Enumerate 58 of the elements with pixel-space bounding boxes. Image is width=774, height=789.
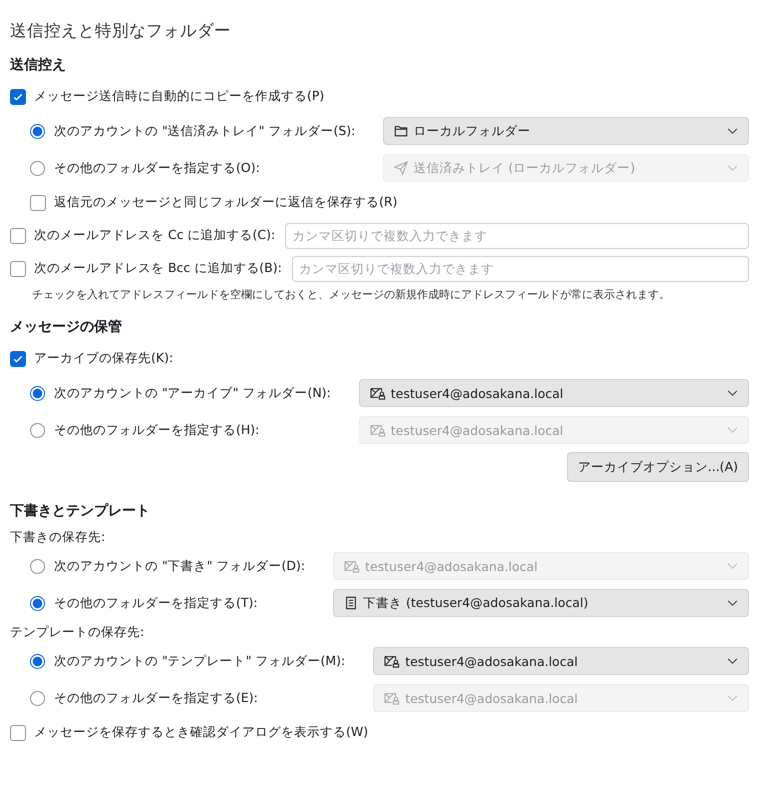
envelope-person-icon [370,423,386,437]
envelope-person-icon [370,386,386,400]
hint-text: チェックを入れてアドレスフィールドを空欄にしておくと、メッセージの新規作成時にアドレスフィールドが常に表示されます。 [32,287,671,302]
folder-dropdown[interactable]: testuser4@adosakana.local [373,647,749,675]
chevron-down-icon [727,658,738,664]
radio-label[interactable]: その他のフォルダーを指定する(H): [54,422,260,438]
radio-label[interactable]: 次のアカウントの "下書き" フォルダー(D): [54,558,306,574]
radio-button[interactable] [30,558,45,574]
page-title: 送信控えと特別なフォルダー [10,20,232,42]
checkbox-label[interactable]: メッセージを保存するとき確認ダイアログを表示する(W) [34,724,368,741]
group-label: 下書きの保存先: [10,528,106,546]
section-heading: 送信控え [10,56,67,74]
folder-dropdown[interactable]: testuser4@adosakana.local [358,379,749,407]
radio-button[interactable] [30,654,45,668]
radio-label[interactable]: 次のアカウントの "送信済みトレイ" フォルダー(S): [54,122,356,140]
section-heading: メッセージの保管 [10,318,123,336]
radio-button[interactable] [30,596,45,610]
radio-button[interactable] [30,124,45,138]
address-field[interactable]: カンマ区切りで複数入力できます [285,222,749,248]
checkbox-label[interactable]: 次のメールアドレスを Cc に追加する(C): [34,227,276,244]
checkbox-label[interactable]: メッセージ送信時に自動的にコピーを作成する(P) [34,88,324,105]
chevron-down-icon [727,694,738,702]
checkbox[interactable] [10,88,26,104]
chevron-down-icon [727,390,738,396]
radio-label[interactable]: 次のアカウントの "アーカイブ" フォルダー(N): [54,384,331,402]
chevron-down-icon [727,600,738,606]
section-heading: 下書きとテンプレート [10,502,151,520]
group-label: テンプレートの保存先: [10,624,144,640]
folder-dropdown[interactable]: 下書き (testuser4@adosakana.local) [333,589,749,617]
checkbox-label[interactable]: 返信元のメッセージと同じフォルダーに返信を保存する(R) [54,194,398,211]
envelope-person-icon [344,559,360,573]
radio-label[interactable]: その他のフォルダーを指定する(O): [54,160,260,176]
folder-icon [394,124,408,138]
checkbox[interactable] [10,228,26,244]
address-field[interactable]: カンマ区切りで複数入力できます [292,256,749,282]
checkbox[interactable] [30,194,46,210]
chevron-down-icon [727,562,738,570]
radio-button[interactable] [30,422,45,438]
radio-label[interactable]: その他のフォルダーを指定する(T): [54,594,258,612]
checkbox-label[interactable]: 次のメールアドレスを Bcc に追加する(B): [34,260,282,277]
archive-options-button[interactable]: アーカイブオプション...(A) [566,452,749,482]
envelope-person-icon [384,654,400,668]
checkbox[interactable] [10,724,26,740]
paper-plane-icon [394,161,408,175]
radio-button[interactable] [30,386,45,400]
chevron-down-icon [727,426,738,434]
radio-button[interactable] [30,690,45,706]
folder-dropdown[interactable]: ローカルフォルダー [383,117,749,145]
envelope-person-icon [384,691,400,705]
radio-label[interactable]: その他のフォルダーを指定する(E): [54,690,258,706]
radio-button[interactable] [30,160,45,176]
radio-label[interactable]: 次のアカウントの "テンプレート" フォルダー(M): [54,652,346,670]
chevron-down-icon [727,128,738,134]
chevron-down-icon [727,164,738,172]
checkbox-label[interactable]: アーカイブの保存先(K): [34,350,174,367]
checkbox[interactable] [10,350,26,366]
document-icon [344,596,358,610]
checkbox[interactable] [10,260,26,276]
